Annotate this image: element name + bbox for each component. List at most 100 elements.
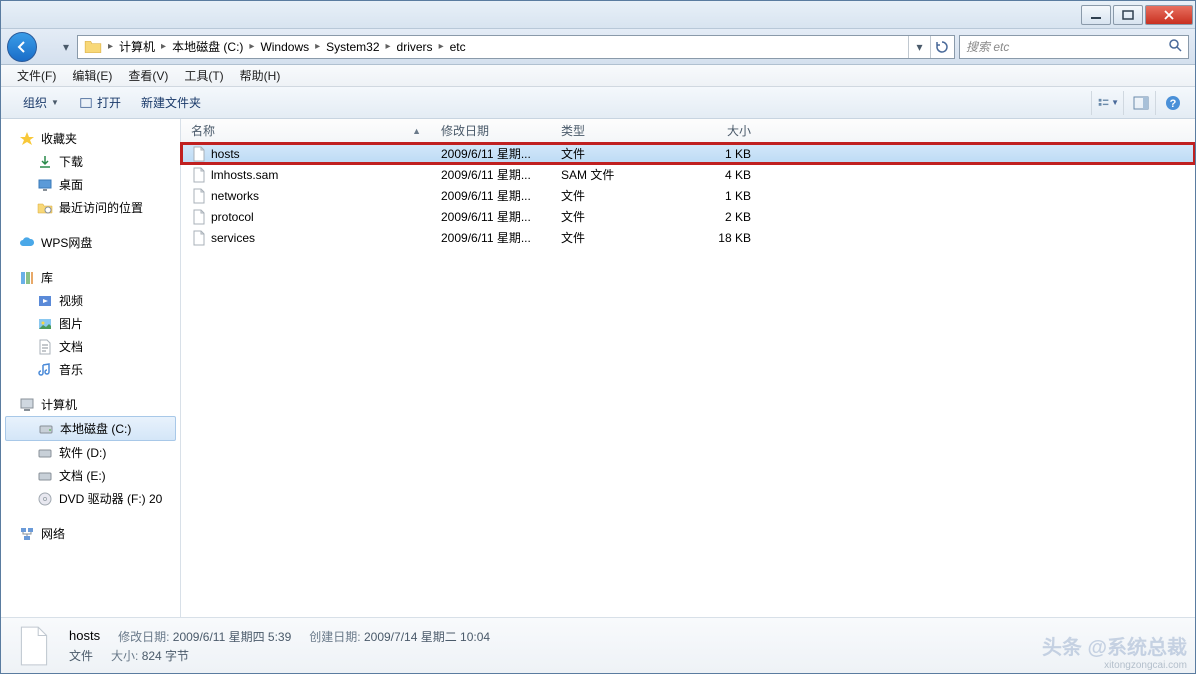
file-date: 2009/6/11 星期...	[441, 229, 561, 246]
minimize-button[interactable]	[1081, 5, 1111, 25]
sidebar-item-recent[interactable]: 最近访问的位置	[1, 196, 180, 219]
search-placeholder: 搜索 etc	[966, 38, 1009, 55]
details-filename: hosts	[69, 628, 100, 645]
file-row[interactable]: services2009/6/11 星期...文件18 KB	[181, 227, 1195, 248]
file-row[interactable]: networks2009/6/11 星期...文件1 KB	[181, 185, 1195, 206]
address-row: ▾ ▸ 计算机 ▸ 本地磁盘 (C:) ▸ Windows ▸ System32…	[1, 29, 1195, 65]
menu-edit[interactable]: 编辑(E)	[64, 67, 120, 84]
breadcrumb-separator[interactable]: ▸	[159, 41, 168, 52]
breadcrumb-item[interactable]: 本地磁盘 (C:)	[168, 38, 247, 55]
sidebar-network[interactable]: 网络	[1, 522, 180, 545]
sidebar-wps[interactable]: WPS网盘	[1, 231, 180, 254]
sidebar-libraries[interactable]: 库	[1, 266, 180, 289]
file-size: 2 KB	[681, 210, 761, 224]
explorer-window: ▾ ▸ 计算机 ▸ 本地磁盘 (C:) ▸ Windows ▸ System32…	[0, 0, 1196, 674]
cloud-icon	[19, 235, 35, 251]
file-date: 2009/6/11 星期...	[441, 187, 561, 204]
organize-button[interactable]: 组织▼	[13, 87, 69, 118]
breadcrumb-separator[interactable]: ▸	[313, 41, 322, 52]
breadcrumb-separator[interactable]: ▸	[437, 41, 446, 52]
menu-tools[interactable]: 工具(T)	[176, 67, 231, 84]
column-headers: 名称▲ 修改日期 类型 大小	[181, 119, 1195, 143]
column-date[interactable]: 修改日期	[441, 122, 561, 139]
file-size: 1 KB	[681, 147, 761, 161]
file-size: 4 KB	[681, 168, 761, 182]
download-icon	[37, 154, 53, 170]
file-row[interactable]: protocol2009/6/11 星期...文件2 KB	[181, 206, 1195, 227]
libraries-icon	[19, 270, 35, 286]
nav-history-dropdown[interactable]: ▾	[59, 35, 73, 59]
close-button[interactable]	[1145, 5, 1193, 25]
sidebar-item-dvd[interactable]: DVD 驱动器 (F:) 20	[1, 487, 180, 510]
back-button[interactable]	[7, 32, 37, 62]
file-row[interactable]: lmhosts.sam2009/6/11 星期...SAM 文件4 KB	[181, 164, 1195, 185]
preview-pane-button[interactable]	[1123, 91, 1151, 115]
file-type: 文件	[561, 208, 681, 225]
network-icon	[19, 526, 35, 542]
new-folder-button[interactable]: 新建文件夹	[131, 87, 211, 118]
drive-icon	[38, 421, 54, 437]
file-list: hosts2009/6/11 星期...文件1 KBlmhosts.sam200…	[181, 143, 1195, 617]
file-name: protocol	[211, 210, 254, 224]
file-list-pane: 名称▲ 修改日期 类型 大小 hosts2009/6/11 星期...文件1 K…	[181, 119, 1195, 617]
breadcrumb-separator[interactable]: ▸	[384, 41, 393, 52]
sidebar-item-pictures[interactable]: 图片	[1, 312, 180, 335]
menu-help[interactable]: 帮助(H)	[232, 67, 289, 84]
column-name[interactable]: 名称▲	[181, 122, 441, 139]
details-modified: 2009/6/11 星期四 5:39	[173, 630, 292, 644]
column-type[interactable]: 类型	[561, 122, 681, 139]
sidebar-computer[interactable]: 计算机	[1, 393, 180, 416]
menu-file[interactable]: 文件(F)	[9, 67, 64, 84]
document-icon	[37, 339, 53, 355]
file-name: services	[211, 231, 255, 245]
breadcrumb-item[interactable]: 计算机	[115, 38, 159, 55]
file-icon	[191, 167, 207, 183]
help-button[interactable]: ?	[1155, 91, 1183, 115]
address-dropdown-button[interactable]: ▾	[908, 36, 930, 58]
dvd-icon	[37, 491, 53, 507]
breadcrumb-separator[interactable]: ▸	[247, 41, 256, 52]
breadcrumb-item[interactable]: etc	[446, 40, 470, 54]
open-icon	[79, 96, 93, 110]
file-icon	[191, 146, 207, 162]
maximize-button[interactable]	[1113, 5, 1143, 25]
music-icon	[37, 362, 53, 378]
file-row[interactable]: hosts2009/6/11 星期...文件1 KB	[181, 143, 1195, 164]
menu-view[interactable]: 查看(V)	[120, 67, 176, 84]
search-input[interactable]: 搜索 etc	[959, 35, 1189, 59]
folder-icon	[84, 38, 102, 56]
svg-text:?: ?	[1169, 98, 1176, 110]
computer-icon	[19, 397, 35, 413]
search-icon	[1168, 38, 1182, 55]
watermark: 头条 @系统总裁 xitongzongcai.com	[1042, 631, 1187, 671]
file-icon	[191, 230, 207, 246]
breadcrumb-item[interactable]: drivers	[393, 40, 437, 54]
recent-icon	[37, 200, 53, 216]
toolbar: 组织▼ 打开 新建文件夹 ▼ ?	[1, 87, 1195, 119]
sidebar-item-desktop[interactable]: 桌面	[1, 173, 180, 196]
sidebar-item-downloads[interactable]: 下载	[1, 150, 180, 173]
drive-icon	[37, 445, 53, 461]
breadcrumb-item[interactable]: Windows	[256, 40, 313, 54]
sidebar-favorites[interactable]: 收藏夹	[1, 127, 180, 150]
address-bar[interactable]: ▸ 计算机 ▸ 本地磁盘 (C:) ▸ Windows ▸ System32 ▸…	[77, 35, 955, 59]
column-size[interactable]: 大小	[681, 122, 761, 139]
view-mode-button[interactable]: ▼	[1091, 91, 1119, 115]
sidebar-item-drive-d[interactable]: 软件 (D:)	[1, 441, 180, 464]
sidebar-item-documents[interactable]: 文档	[1, 335, 180, 358]
file-date: 2009/6/11 星期...	[441, 145, 561, 162]
refresh-button[interactable]	[930, 36, 952, 58]
sidebar-item-videos[interactable]: 视频	[1, 289, 180, 312]
sidebar-item-drive-e[interactable]: 文档 (E:)	[1, 464, 180, 487]
desktop-icon	[37, 177, 53, 193]
breadcrumb-separator[interactable]: ▸	[106, 41, 115, 52]
file-type: 文件	[561, 187, 681, 204]
sidebar-item-drive-c[interactable]: 本地磁盘 (C:)	[5, 416, 176, 441]
open-button[interactable]: 打开	[69, 87, 131, 118]
navigation-sidebar: 收藏夹 下载 桌面 最近访问的位置 WPS网盘 库 视频 图片 文档 音乐 计算…	[1, 119, 181, 617]
sidebar-item-music[interactable]: 音乐	[1, 358, 180, 381]
file-name: hosts	[211, 147, 240, 161]
file-type: SAM 文件	[561, 166, 681, 183]
breadcrumb-item[interactable]: System32	[322, 40, 383, 54]
file-large-icon	[13, 625, 55, 667]
